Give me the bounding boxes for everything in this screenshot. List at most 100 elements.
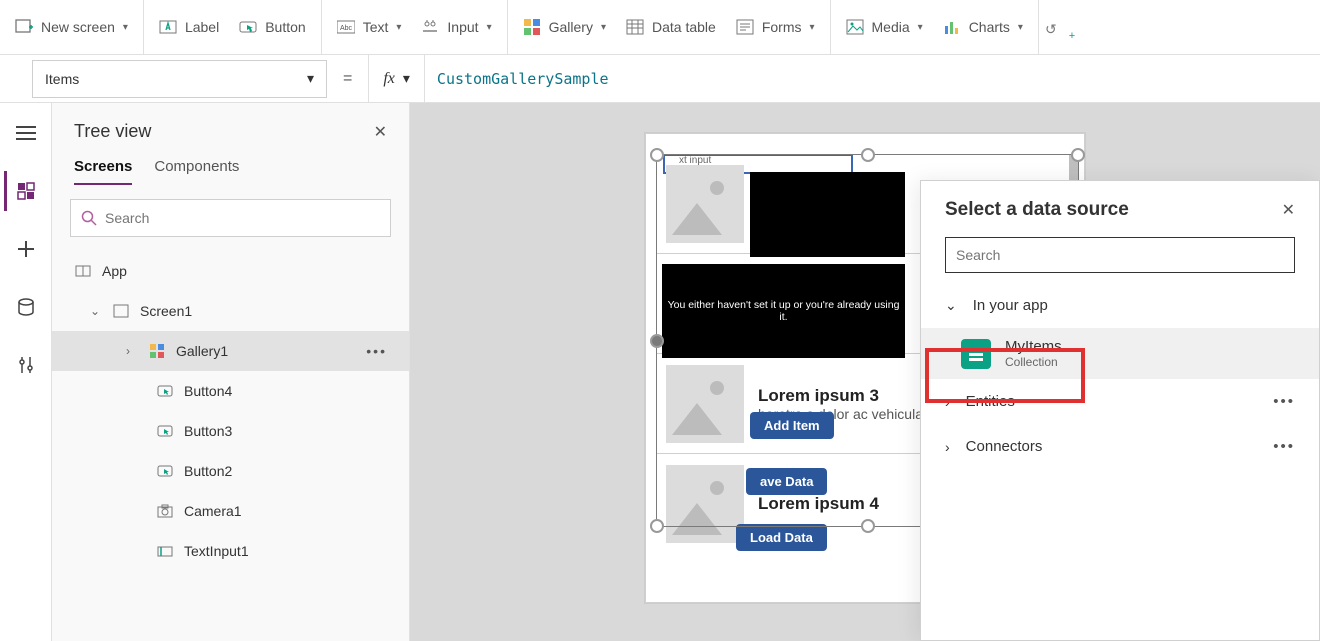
tree-node-textinput1[interactable]: TextInput1	[52, 531, 409, 571]
fx-icon: fx	[383, 70, 395, 88]
label-button[interactable]: Label	[159, 18, 219, 36]
camera-icon	[156, 502, 174, 520]
item-subtitle: Collection	[1005, 355, 1062, 369]
node-label: Button3	[184, 423, 232, 439]
chevron-down-icon: ▾	[307, 70, 314, 87]
textinput-icon	[156, 542, 174, 560]
svg-text:Abc: Abc	[340, 25, 353, 32]
gallery-icon	[523, 18, 541, 36]
tree-list: App ⌄ Screen1 › Gallery1 •••	[52, 251, 409, 641]
input-dropdown[interactable]: Input ▾	[421, 18, 491, 36]
node-label: Gallery1	[176, 343, 228, 359]
chevron-down-icon: ▾	[123, 22, 128, 33]
load-data-button[interactable]: Load Data	[736, 524, 827, 551]
data-source-title: Select a data source	[945, 199, 1129, 221]
forms-icon	[736, 18, 754, 36]
tree-search[interactable]	[70, 199, 391, 237]
collection-icon	[961, 339, 991, 369]
chevron-right-icon: ›	[945, 394, 950, 410]
datatable-button[interactable]: Data table	[626, 18, 716, 36]
data-source-search-input[interactable]	[956, 247, 1284, 263]
tree-node-gallery1[interactable]: › Gallery1 •••	[52, 331, 409, 371]
property-name: Items	[45, 71, 79, 87]
resize-handle[interactable]	[650, 519, 664, 533]
resize-handle[interactable]	[650, 334, 664, 348]
chevron-down-icon[interactable]: ⌄	[90, 304, 102, 318]
section-connectors[interactable]: › Connectors •••	[921, 424, 1319, 469]
node-label: Button2	[184, 463, 232, 479]
data-source-panel: Select a data source ✕ ⌄ In your app MyI…	[920, 180, 1320, 641]
tree-view-title: Tree view	[74, 121, 151, 142]
tab-components[interactable]: Components	[154, 158, 239, 185]
tree-tabs: Screens Components	[52, 148, 409, 185]
more-icon[interactable]: •••	[1273, 438, 1295, 455]
section-in-your-app[interactable]: ⌄ In your app	[921, 283, 1319, 328]
section-label: Entities	[966, 393, 1015, 410]
node-label: TextInput1	[184, 543, 249, 559]
tree-search-input[interactable]	[105, 210, 380, 226]
chevron-down-icon: ▾	[809, 22, 814, 33]
item-title: MyItems	[1005, 338, 1062, 355]
formula-input[interactable]: CustomGallerySample	[425, 55, 1320, 103]
new-screen-button[interactable]: New screen ▾	[15, 18, 128, 36]
button-icon	[239, 18, 257, 36]
resize-handle[interactable]	[861, 519, 875, 533]
label-label: Label	[185, 19, 219, 35]
tree-node-screen1[interactable]: ⌄ Screen1	[52, 291, 409, 331]
chevron-down-icon: ▾	[487, 22, 492, 33]
insert-icon[interactable]	[6, 229, 46, 269]
media-icon	[846, 18, 864, 36]
rotate-icon[interactable]: ↺	[1045, 21, 1057, 38]
charts-label: Charts	[969, 19, 1010, 35]
chevron-right-icon[interactable]: ›	[126, 344, 138, 358]
more-icon[interactable]: •••	[366, 343, 387, 359]
plus-small-icon[interactable]: +	[1069, 30, 1075, 42]
tree-view-icon[interactable]	[4, 171, 44, 211]
new-screen-label: New screen	[41, 19, 115, 35]
data-source-search[interactable]	[945, 237, 1295, 273]
datatable-label: Data table	[652, 19, 716, 35]
chevron-down-icon: ▾	[918, 22, 923, 33]
charts-dropdown[interactable]: Charts ▾	[943, 18, 1023, 36]
text-dropdown[interactable]: Abc Text ▾	[337, 18, 402, 36]
resize-handle[interactable]	[1071, 148, 1085, 162]
equals-sign: =	[327, 70, 368, 88]
media-label: Media	[872, 19, 910, 35]
hamburger-icon[interactable]	[6, 113, 46, 153]
text-icon: Abc	[337, 18, 355, 36]
forms-dropdown[interactable]: Forms ▾	[736, 18, 815, 36]
button-icon	[156, 422, 174, 440]
tree-node-button2[interactable]: Button2	[52, 451, 409, 491]
section-label: In your app	[973, 297, 1048, 314]
more-icon[interactable]: •••	[1273, 393, 1295, 410]
chevron-down-icon: ⌄	[945, 297, 957, 314]
gallery-dropdown[interactable]: Gallery ▾	[523, 18, 606, 36]
formula-bar: Items ▾ = fx ▾ CustomGallerySample	[0, 55, 1320, 103]
property-selector[interactable]: Items ▾	[32, 60, 327, 98]
data-source-item-myitems[interactable]: MyItems Collection	[921, 328, 1319, 379]
tree-node-camera1[interactable]: Camera1	[52, 491, 409, 531]
forms-label: Forms	[762, 19, 802, 35]
new-screen-icon	[15, 18, 33, 36]
search-icon	[81, 210, 97, 226]
close-icon[interactable]: ✕	[374, 122, 387, 142]
node-label: Screen1	[140, 303, 192, 319]
text-label: Text	[363, 19, 389, 35]
media-dropdown[interactable]: Media ▾	[846, 18, 923, 36]
tree-node-button3[interactable]: Button3	[52, 411, 409, 451]
section-entities[interactable]: › Entities •••	[921, 379, 1319, 424]
button-button[interactable]: Button	[239, 18, 305, 36]
advanced-tools-icon[interactable]	[6, 345, 46, 385]
tree-node-button4[interactable]: Button4	[52, 371, 409, 411]
tab-screens[interactable]: Screens	[74, 158, 132, 185]
close-icon[interactable]: ✕	[1282, 200, 1295, 220]
data-icon[interactable]	[6, 287, 46, 327]
fx-dropdown[interactable]: fx ▾	[368, 55, 425, 103]
section-label: Connectors	[966, 438, 1043, 455]
tree-node-app[interactable]: App	[52, 251, 409, 291]
resize-handle[interactable]	[650, 148, 664, 162]
node-label: Button4	[184, 383, 232, 399]
resize-handle[interactable]	[861, 148, 875, 162]
chevron-down-icon: ▾	[403, 70, 410, 87]
chevron-down-icon: ▾	[396, 22, 401, 33]
